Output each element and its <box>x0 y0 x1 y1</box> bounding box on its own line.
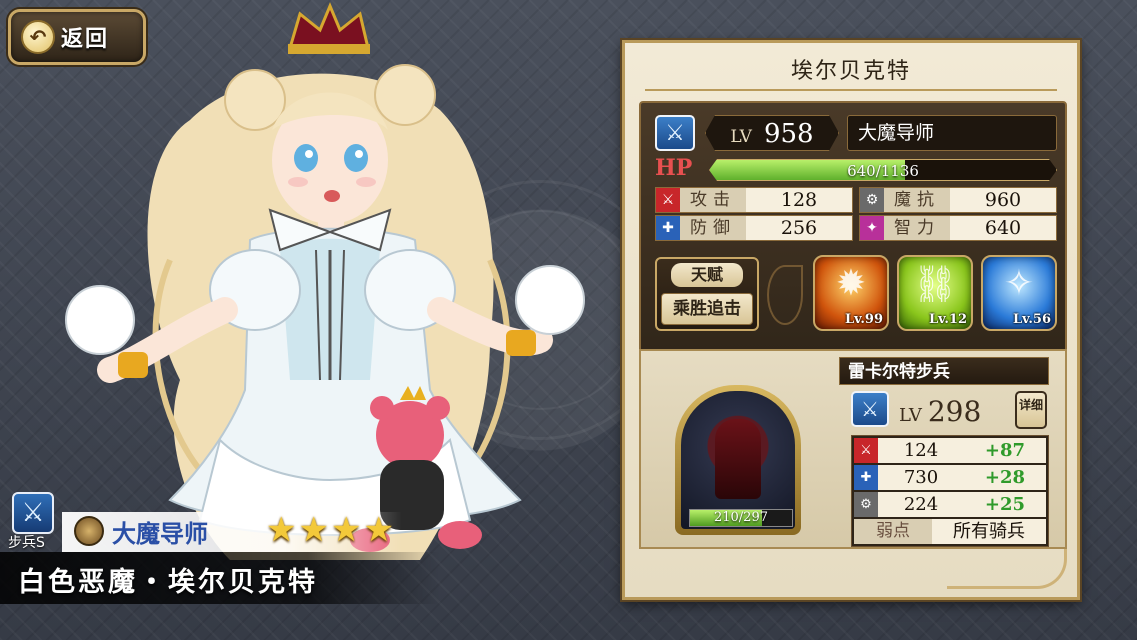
crown-icon <box>287 2 370 54</box>
skill-slot-2[interactable]: ⛓ Lv.12 <box>897 255 973 331</box>
star-icon: ★ <box>363 510 394 550</box>
soldier-portrait[interactable]: 210/297 <box>675 385 801 535</box>
level-value: 958 <box>763 119 814 149</box>
stat-value: 640 <box>984 217 1022 239</box>
skill-slot-3[interactable]: ✧ Lv.56 <box>981 255 1057 331</box>
class-emblem-icon <box>74 516 104 546</box>
stat-row-magic-resist: ⚙ 魔抗 960 <box>859 187 1057 213</box>
panel-title: 埃尔贝克特 <box>790 59 911 84</box>
title-divider <box>645 89 1057 91</box>
sword-icon: ⚔ <box>851 391 889 427</box>
talent-name: 乘胜追击 <box>661 293 753 325</box>
status-panel: 埃尔贝克特 ⚔ LV 958 大魔导师 HP 640/1136 ⚔ 攻击 128… <box>622 40 1080 600</box>
defense-icon: ✚ <box>656 216 680 240</box>
sparkle-skill-icon: ✧ <box>1003 263 1035 304</box>
fire-skill-icon: ✹ <box>835 263 867 304</box>
stat-value: 128 <box>780 189 818 211</box>
attack-icon: ⚔ <box>656 188 680 212</box>
weakness-label: 弱点 <box>854 519 932 544</box>
back-button[interactable]: ↶ 返回 <box>8 9 146 65</box>
skill-level: Lv.99 <box>844 312 883 327</box>
soldier-stat-magic-resist: ⚙ 224 +25 <box>854 492 1046 517</box>
magic-resist-icon: ⚙ <box>854 492 878 517</box>
stat-name: 防御 <box>680 216 746 240</box>
job-name: 大魔导师 <box>847 115 1057 151</box>
skill-level: Lv.12 <box>928 312 967 327</box>
chain-skill-icon: ⛓ <box>912 264 958 305</box>
attack-icon: ⚔ <box>854 438 878 463</box>
level-box: LV 958 <box>705 115 839 151</box>
soldier-stats: ⚔ 124 +87 ✚ 730 +28 ⚙ 224 +25 弱点 所有骑兵 <box>851 435 1049 547</box>
hp-tag: HP <box>655 155 693 181</box>
stat-row-attack: ⚔ 攻击 128 <box>655 187 853 213</box>
soldier-portrait-image: 210/297 <box>681 391 795 529</box>
stat-row-defense: ✚ 防御 256 <box>655 215 853 241</box>
intelligence-icon: ✦ <box>860 216 884 240</box>
stat-row-intelligence: ✦ 智力 640 <box>859 215 1057 241</box>
ornament-divider <box>767 265 803 325</box>
stat-name: 魔抗 <box>884 188 950 212</box>
sword-icon: ⚔ <box>12 492 54 534</box>
hp-bar: 640/1136 <box>709 159 1057 181</box>
detail-button[interactable]: 详细 <box>1015 391 1047 429</box>
soldier-stat-defense: ✚ 730 +28 <box>854 465 1046 490</box>
stat-grid: ⚔ 攻击 128 ⚙ 魔抗 960 ✚ 防御 256 ✦ 智力 640 <box>655 187 1057 241</box>
back-arrow-icon: ↶ <box>21 20 55 54</box>
character-class-name: 大魔导师 <box>112 519 208 548</box>
stat-bonus: +28 <box>984 467 1026 488</box>
unit-type-label: 步兵S <box>8 535 45 551</box>
skill-slot-1[interactable]: ✹ Lv.99 <box>813 255 889 331</box>
soldier-box: 210/297 雷卡尔特步兵 ⚔ LV 298 详细 ⚔ 124 +87 ✚ 7… <box>639 349 1067 549</box>
stat-bonus: +87 <box>984 440 1026 461</box>
rarity-stars: ★ ★ ★ ★ <box>266 512 394 548</box>
corner-ornament <box>947 549 1067 589</box>
soldier-level: LV 298 <box>899 395 981 428</box>
skill-level: Lv.56 <box>1012 312 1051 327</box>
knight-figure <box>715 419 761 499</box>
back-button-label: 返回 <box>61 27 110 52</box>
stat-value: 256 <box>780 217 818 239</box>
stat-value: 224 <box>903 494 939 515</box>
troop-bar: 210/297 <box>689 509 793 527</box>
soldier-name: 雷卡尔特步兵 <box>839 357 1049 385</box>
stat-bonus: +25 <box>984 494 1026 515</box>
star-icon: ★ <box>330 510 362 550</box>
troop-text: 210/297 <box>713 510 768 525</box>
stat-value: 124 <box>903 440 939 461</box>
soldier-weakness: 弱点 所有骑兵 <box>854 519 1046 544</box>
character-stat-box: ⚔ LV 958 大魔导师 HP 640/1136 ⚔ 攻击 128 ⚙ 魔抗 … <box>639 101 1067 381</box>
level-tag: LV <box>730 127 752 147</box>
stat-name: 攻击 <box>680 188 746 212</box>
stat-name: 智力 <box>884 216 950 240</box>
stat-value: 730 <box>903 467 939 488</box>
hp-text: 640/1136 <box>847 162 919 180</box>
stat-value: 960 <box>984 189 1022 211</box>
talent-box[interactable]: 天赋 乘胜追击 <box>655 257 759 331</box>
sword-icon: ⚔ <box>655 115 695 151</box>
soldier-stat-attack: ⚔ 124 +87 <box>854 438 1046 463</box>
defense-icon: ✚ <box>854 465 878 490</box>
star-icon: ★ <box>298 510 329 550</box>
soldier-level-value: 298 <box>927 395 982 428</box>
character-full-name: 白色恶魔・埃尔贝克特 <box>18 567 318 598</box>
star-icon: ★ <box>266 510 297 550</box>
magic-resist-icon: ⚙ <box>860 188 884 212</box>
talent-label: 天赋 <box>671 263 743 287</box>
weakness-value: 所有骑兵 <box>953 521 1025 542</box>
soldier-level-tag: LV <box>899 405 922 426</box>
